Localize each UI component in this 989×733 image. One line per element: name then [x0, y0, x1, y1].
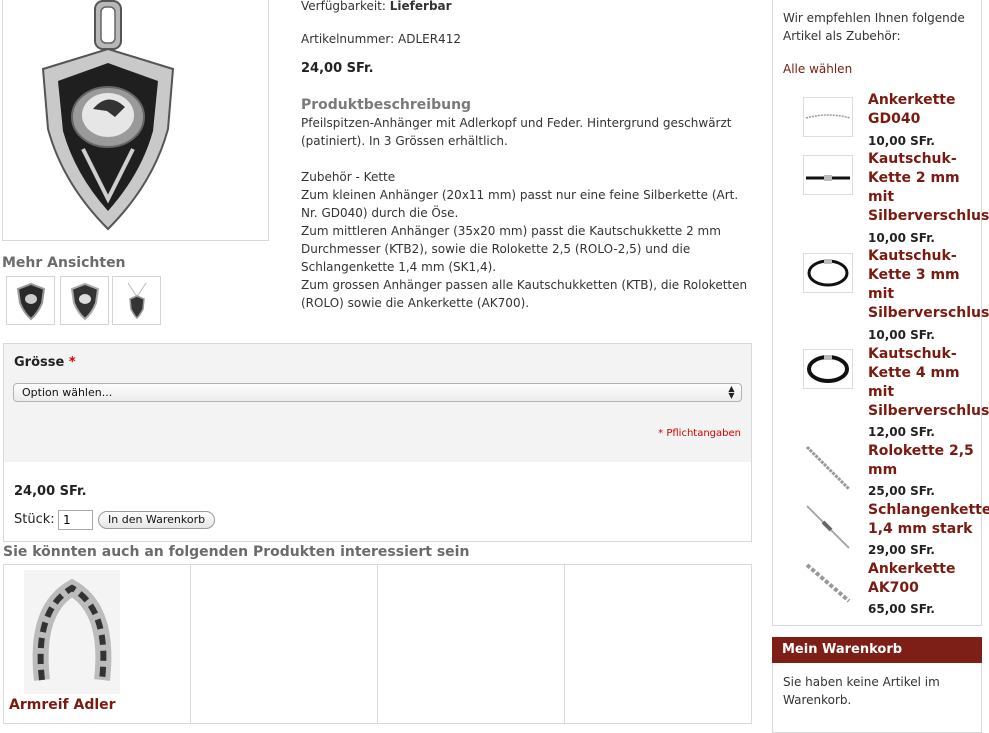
size-select[interactable]: Option wählen... ▲ ▼	[13, 383, 742, 402]
thin-chain-icon	[805, 114, 851, 119]
accessory-line-1: Zum kleinen Anhänger (20x11 mm) passt nu…	[301, 188, 739, 220]
accessory-name-line: Rolokette 2,5	[868, 443, 974, 459]
product-info: Verfügbarkeit: Lieferbar Artikelnummer: …	[301, 0, 751, 312]
thumbnail-3[interactable]	[112, 276, 161, 325]
accessory-name-line: mm	[868, 462, 898, 478]
accessory-image[interactable]	[803, 502, 853, 549]
accessory-name-line: Silberverschluss	[868, 305, 989, 321]
bracelet-image	[24, 570, 120, 694]
thumbnail-2[interactable]	[60, 276, 109, 325]
size-label: Grösse *	[14, 355, 76, 370]
accessory-name-line: mit	[868, 189, 895, 205]
accessory-line-2: Zum mittleren Anhänger (35x20 mm) passt …	[301, 224, 721, 274]
pendant-thumbnail-icon	[16, 282, 45, 320]
accessory-name-line: Ankerkette	[868, 561, 956, 577]
accessory-price: 10,00 SFr.	[868, 328, 935, 342]
accessory-name-line: Kautschuk-	[868, 346, 957, 362]
accessories-sidebar: Wir empfehlen Ihnen folgende Artikel als…	[772, 0, 989, 626]
required-mark: *	[68, 355, 76, 370]
accessory-line-3: Zum grossen Anhänger passen alle Kautsch…	[301, 278, 748, 310]
accessory-name[interactable]: Ankerkette GD040	[868, 91, 955, 129]
related-product[interactable]: Armreif Adler	[4, 565, 191, 723]
size-label-text: Grösse	[14, 355, 65, 370]
related-empty-cell	[378, 565, 565, 723]
size-select-value: Option wählen...	[22, 386, 113, 399]
accessories-intro: Wir empfehlen Ihnen folgende Artikel als…	[783, 11, 965, 43]
accessory-image[interactable]	[803, 561, 853, 603]
accessory-name[interactable]: Kautschuk- Kette 3 mm mit Silberverschlu…	[868, 247, 989, 323]
more-views-title: Mehr Ansichten	[2, 255, 126, 271]
quantity-input[interactable]	[58, 510, 93, 530]
accessory-price: 12,00 SFr.	[868, 425, 935, 439]
mini-cart-title[interactable]: Mein Warenkorb	[772, 637, 982, 663]
accessory-image[interactable]	[803, 443, 853, 491]
accessory-price: 25,00 SFr.	[868, 484, 935, 498]
rolo-chain-icon	[805, 445, 851, 491]
snake-chain-icon	[806, 505, 850, 549]
mini-cart-empty-text: Sie haben keine Artikel im Warenkorb.	[772, 663, 982, 733]
related-empty-cell	[191, 565, 378, 723]
required-note: * Pflichtangaben	[658, 428, 741, 439]
availability: Verfügbarkeit: Lieferbar	[301, 0, 751, 15]
accessory-name-line: Silberverschluss	[868, 403, 989, 419]
product-price: 24,00 SFr.	[301, 61, 374, 76]
accessory-name[interactable]: Kautschuk- Kette 4 mm mit Silberverschlu…	[868, 345, 989, 421]
accessory-name-line: AK700	[868, 580, 919, 596]
accessory-name-line: 1,4 mm stark	[868, 521, 973, 537]
accessory-price: 10,00 SFr.	[868, 231, 935, 245]
accessory-image[interactable]	[803, 155, 853, 195]
pendant-on-chain-thumbnail-icon	[127, 282, 146, 319]
accessory-name-line: Schlangenkette	[868, 502, 989, 518]
accessory-name-line: Kautschuk-	[868, 151, 957, 167]
accessory-name[interactable]: Ankerkette AK700	[868, 560, 955, 598]
related-product-name[interactable]: Armreif Adler	[9, 697, 116, 713]
availability-value: Lieferbar	[389, 0, 452, 13]
accessory-name-line: Silberverschluss	[868, 208, 989, 224]
accessory-name-line: Kette 4 mm	[868, 365, 960, 381]
related-products-grid: Armreif Adler	[3, 564, 752, 724]
select-all-link[interactable]: Alle wählen	[783, 62, 852, 76]
accessory-name-line: Kette 2 mm	[868, 170, 960, 186]
description-text: Pfeilspitzen-Anhänger mit Adlerkopf und …	[301, 116, 732, 148]
availability-label: Verfügbarkeit:	[301, 0, 386, 13]
thumbnail-1[interactable]	[6, 276, 55, 325]
pendant-thumbnail-icon	[70, 282, 99, 320]
accessory-name[interactable]: Rolokette 2,5 mm	[868, 442, 974, 480]
related-empty-cell	[565, 565, 751, 723]
add-to-cart-box: 24,00 SFr. Stück: In den Warenkorb	[3, 462, 752, 542]
accessory-price: 29,00 SFr.	[868, 543, 935, 557]
description-title: Produktbeschreibung	[301, 97, 472, 113]
accessory-image[interactable]	[803, 253, 853, 293]
accessory-name-line: Kette 3 mm	[868, 267, 960, 283]
anchor-chain-icon	[805, 563, 851, 603]
sku-label: Artikelnummer:	[301, 32, 395, 46]
accessory-price: 65,00 SFr.	[868, 602, 935, 616]
rubber-cord-icon	[806, 175, 850, 181]
accessory-name[interactable]: Kautschuk- Kette 2 mm mit Silberverschlu…	[868, 150, 989, 226]
accessory-name-line: mit	[868, 384, 895, 400]
select-arrows-icon: ▲ ▼	[728, 384, 735, 400]
rubber-loop-icon	[807, 259, 849, 287]
pendant-image	[3, 0, 268, 240]
sku: Artikelnummer: ADLER412	[301, 30, 751, 48]
accessory-image[interactable]	[803, 97, 853, 137]
add-to-cart-button[interactable]: In den Warenkorb	[98, 511, 216, 529]
accessory-name-line: Ankerkette	[868, 92, 956, 108]
related-products-title: Sie könnten auch an folgenden Produkten …	[3, 544, 470, 560]
sku-value: ADLER412	[398, 32, 461, 46]
accessory-name-line: GD040	[868, 111, 921, 127]
accessory-image[interactable]	[803, 349, 853, 389]
product-main-image[interactable]	[2, 0, 269, 241]
rubber-loop-icon	[807, 355, 849, 383]
accessory-name-line: Kautschuk-	[868, 248, 957, 264]
accessory-price: 10,00 SFr.	[868, 134, 935, 148]
cart-price: 24,00 SFr.	[14, 484, 87, 499]
accessory-heading: Zubehör - Kette	[301, 170, 396, 184]
accessory-name[interactable]: Schlangenkette 1,4 mm stark	[868, 501, 989, 539]
product-options: Grösse * Option wählen... ▲ ▼ * Pflichtan…	[3, 343, 752, 463]
quantity-label: Stück:	[14, 512, 55, 527]
accessory-name-line: mit	[868, 286, 895, 302]
